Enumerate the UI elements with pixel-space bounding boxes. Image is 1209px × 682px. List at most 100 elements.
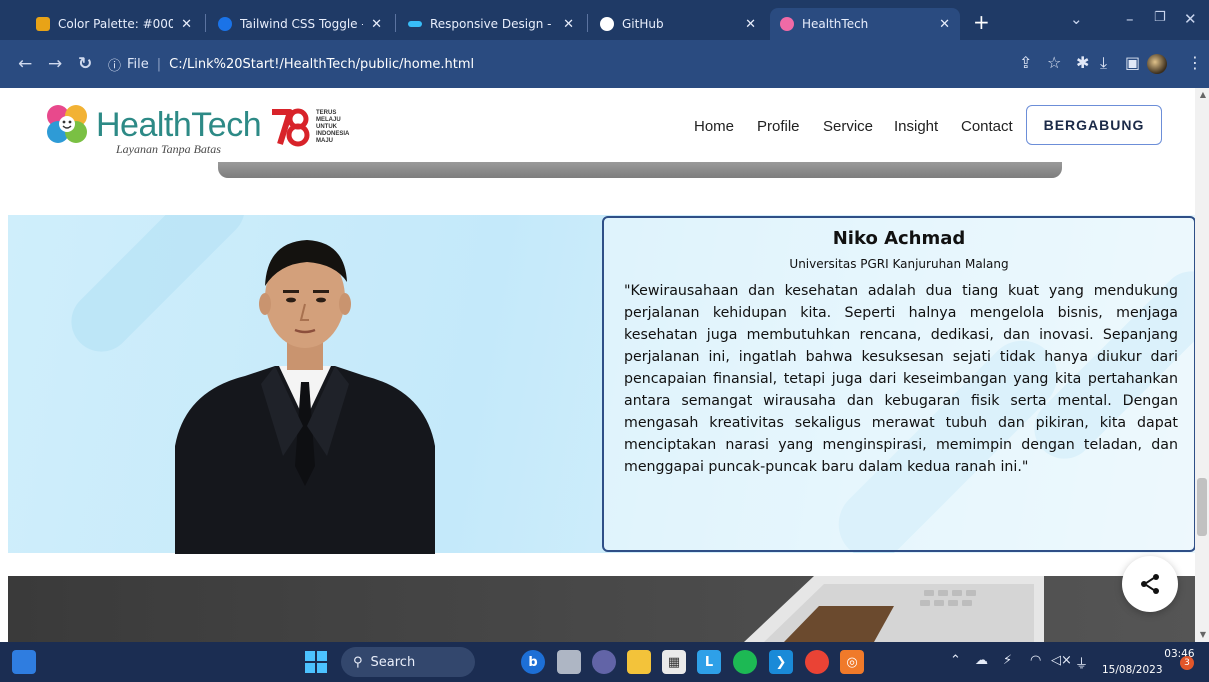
bing-icon[interactable]: b	[521, 650, 545, 674]
nav-insight[interactable]: Insight	[894, 118, 938, 135]
tab-separator	[395, 14, 396, 32]
slogan-line: MAJU	[316, 138, 334, 144]
notification-badge[interactable]: 3	[1180, 656, 1194, 670]
scroll-down-arrow-icon[interactable]: ▼	[1200, 630, 1206, 639]
site-logo-text[interactable]: HealthTech	[96, 106, 262, 145]
page-scrollbar[interactable]: ▲ ▼	[1195, 88, 1209, 642]
tab-search-chevron-icon[interactable]: ⌄	[1070, 10, 1083, 28]
flowbite-favicon-icon	[218, 17, 232, 31]
forward-arrow-icon[interactable]: →	[48, 54, 62, 74]
testimonial-quote: "Kewirausahaan dan kesehatan adalah dua …	[624, 283, 1178, 475]
tab-title: HealthTech	[802, 17, 869, 31]
tab-title: Tailwind CSS Toggle - Flow	[240, 17, 363, 31]
hero-image-bottom-edge	[218, 162, 1062, 178]
nav-contact[interactable]: Contact	[961, 118, 1013, 135]
search-label: Search	[370, 654, 416, 670]
slogan-line: MELAJU	[316, 117, 341, 123]
chrome-icon[interactable]	[805, 650, 829, 674]
file-scheme-label: File	[127, 56, 149, 72]
scrollbar-thumb[interactable]	[1197, 478, 1207, 536]
windows-taskbar: ⚲ Search b ▦ L ❯ ◎ ⌃ ☁ ⚡ ◠ ◁× ⏚ 03:46 15…	[0, 642, 1209, 682]
testimonial-university: Universitas PGRI Kanjuruhan Malang	[789, 257, 1009, 271]
tab-separator	[205, 14, 206, 32]
github-favicon-icon	[600, 17, 614, 31]
site-header: HealthTech Layanan Tanpa Batas TERUS MEL…	[0, 88, 1195, 162]
close-tab-icon[interactable]: ✕	[939, 17, 950, 32]
side-panel-icon[interactable]: ▣	[1125, 53, 1140, 72]
slogan-line: UNTUK	[316, 124, 337, 130]
minimize-icon[interactable]: –	[1126, 10, 1134, 28]
start-button[interactable]	[304, 650, 328, 674]
close-tab-icon[interactable]: ✕	[745, 17, 756, 32]
tray-overflow-chevron-icon[interactable]: ⌃	[950, 653, 961, 668]
anniversary-slogan: TERUS MELAJU UNTUK INDONESIA MAJU	[316, 110, 349, 145]
testimonial-card: Niko Achmad Universitas PGRI Kanjuruhan …	[602, 216, 1196, 552]
postman-icon[interactable]: ◎	[840, 650, 864, 674]
nav-home[interactable]: Home	[694, 118, 734, 135]
slogan-line: INDONESIA	[316, 131, 350, 137]
speaker-muted-icon[interactable]: ◁×	[1051, 653, 1072, 668]
address-bar[interactable]: ⓘ File | C:/Link%20Start!/HealthTech/pub…	[108, 48, 1108, 80]
page-viewport: HealthTech Layanan Tanpa Batas TERUS MEL…	[0, 88, 1209, 642]
url-text: C:/Link%20Start!/HealthTech/public/home.…	[169, 56, 475, 72]
l-app-icon[interactable]: L	[697, 650, 721, 674]
color-palette-favicon-icon	[36, 17, 50, 31]
tab-separator	[587, 14, 588, 32]
slogan-line: TERUS	[316, 110, 337, 116]
browser-tab[interactable]: Tailwind CSS Toggle - Flow ✕	[208, 8, 392, 40]
task-view-icon[interactable]	[557, 650, 581, 674]
close-tab-icon[interactable]: ✕	[181, 17, 192, 32]
bookmark-star-icon[interactable]: ☆	[1047, 53, 1061, 72]
hut-ri-78-badge-icon	[272, 108, 310, 147]
nav-profile[interactable]: Profile	[757, 118, 800, 135]
site-tagline: Layanan Tanpa Batas	[116, 142, 221, 156]
scroll-up-arrow-icon[interactable]: ▲	[1200, 90, 1206, 99]
windows-logo-icon	[305, 651, 327, 673]
widgets-icon[interactable]	[12, 650, 36, 674]
restore-window-icon[interactable]: ❐	[1154, 10, 1166, 25]
wifi-icon[interactable]: ◠	[1030, 653, 1041, 668]
downloads-icon[interactable]: ⤓	[1100, 53, 1107, 73]
onedrive-cloud-icon[interactable]: ☁	[975, 653, 988, 668]
battery-saver-icon[interactable]: ⚡	[1003, 653, 1012, 668]
share-button[interactable]	[1122, 556, 1178, 612]
join-button[interactable]: BERGABUNG	[1026, 105, 1162, 145]
spotify-icon[interactable]	[733, 650, 757, 674]
close-window-icon[interactable]: ✕	[1184, 10, 1197, 28]
browser-tab[interactable]: Color Palette: #000000 #4 ✕	[26, 8, 202, 40]
laptop-image	[744, 576, 1044, 642]
share-page-icon[interactable]: ⇪	[1019, 53, 1032, 72]
back-arrow-icon[interactable]: ←	[18, 54, 32, 74]
testimonial-portrait-photo	[175, 240, 435, 554]
reload-icon[interactable]: ↻	[78, 54, 92, 74]
browser-menu-icon[interactable]: ⋮	[1187, 53, 1203, 72]
taskbar-search[interactable]: ⚲ Search	[341, 647, 475, 677]
new-tab-button[interactable]: +	[973, 10, 990, 34]
tailwind-favicon-icon	[408, 21, 422, 27]
close-tab-icon[interactable]: ✕	[371, 17, 382, 32]
file-explorer-icon[interactable]	[627, 650, 651, 674]
vscode-icon[interactable]: ❯	[769, 650, 793, 674]
search-icon: ⚲	[353, 654, 363, 670]
share-icon	[1141, 574, 1159, 594]
browser-tab[interactable]: Responsive Design - Tailw ✕	[398, 8, 584, 40]
healthtech-logo-icon[interactable]	[46, 104, 88, 144]
nav-service[interactable]: Service	[823, 118, 873, 135]
tab-title: GitHub	[622, 17, 664, 31]
profile-avatar-icon[interactable]	[1147, 54, 1167, 74]
site-info-icon[interactable]: ⓘ	[108, 55, 121, 74]
tab-title: Responsive Design - Tailw	[430, 17, 555, 31]
testimonial-name: Niko Achmad	[832, 228, 966, 249]
browser-toolbar: ← → ↻ ⓘ File | C:/Link%20Start!/HealthTe…	[0, 40, 1209, 88]
microsoft-store-icon[interactable]: ▦	[662, 650, 686, 674]
extensions-puzzle-icon[interactable]: ✱	[1076, 53, 1089, 72]
next-section-banner	[8, 576, 1195, 642]
healthtech-favicon-icon	[780, 17, 794, 31]
power-plug-icon[interactable]: ⏚	[1075, 653, 1088, 672]
browser-tab[interactable]: GitHub ✕	[590, 8, 766, 40]
close-tab-icon[interactable]: ✕	[563, 17, 574, 32]
teams-chat-icon[interactable]	[592, 650, 616, 674]
browser-tab-active[interactable]: HealthTech ✕	[770, 8, 960, 40]
browser-tab-strip: Color Palette: #000000 #4 ✕ Tailwind CSS…	[0, 0, 1209, 40]
tab-title: Color Palette: #000000 #4	[58, 17, 174, 31]
